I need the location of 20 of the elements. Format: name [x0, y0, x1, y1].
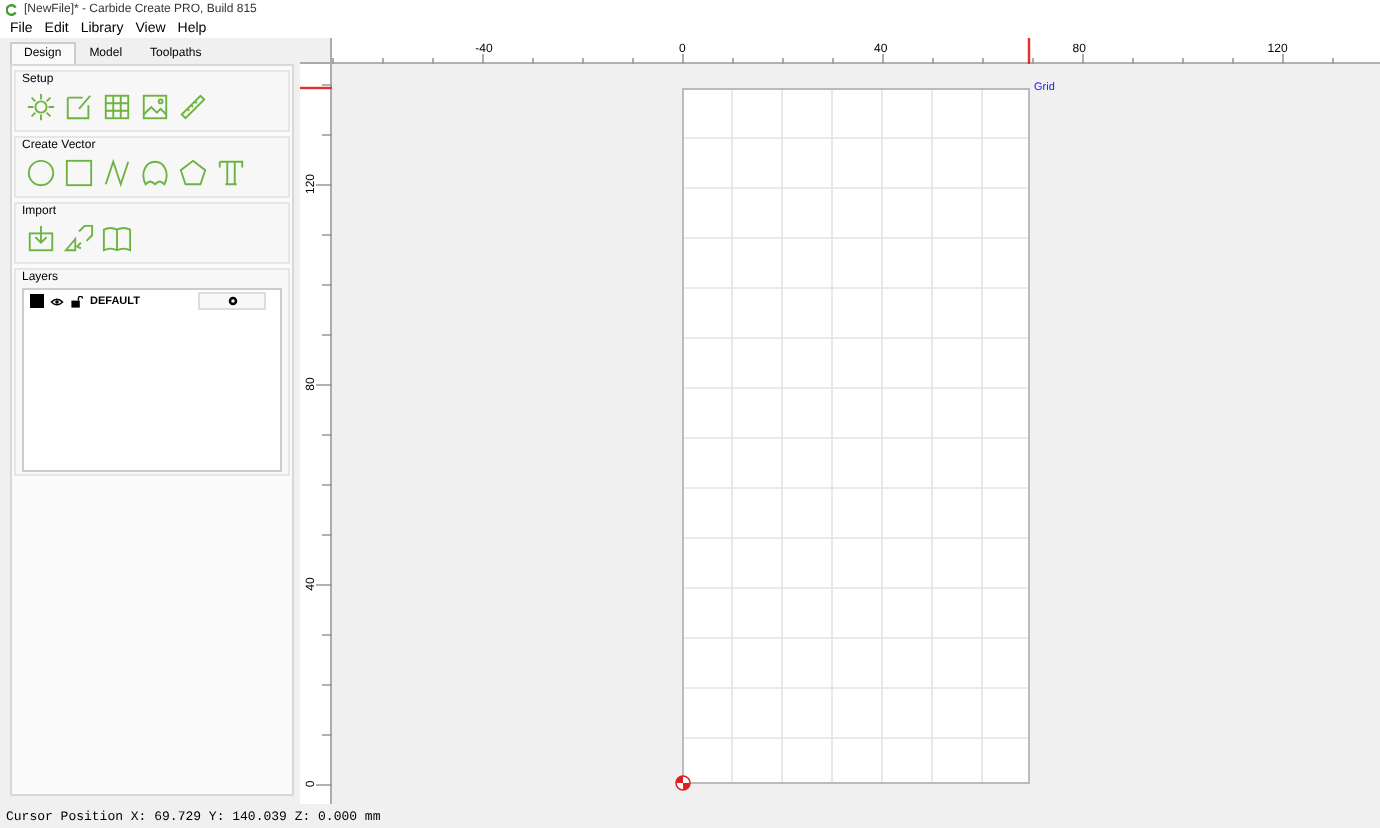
image-icon[interactable]: [140, 92, 170, 122]
eye-icon[interactable]: [50, 295, 64, 307]
layer-color-swatch[interactable]: [30, 294, 44, 308]
settings-icon: [227, 296, 237, 306]
pentagon-icon[interactable]: [178, 158, 208, 188]
origin-marker-icon: [675, 775, 691, 791]
text-icon[interactable]: [216, 158, 246, 188]
shapes-icon[interactable]: [64, 224, 94, 254]
unlocked-padlock-icon[interactable]: [70, 295, 84, 307]
curve-icon[interactable]: [140, 158, 170, 188]
ruler-icon[interactable]: [178, 92, 208, 122]
app-icon: [6, 3, 18, 15]
rectangle-icon[interactable]: [64, 158, 94, 188]
circle-icon[interactable]: [26, 158, 56, 188]
import-icon[interactable]: [26, 224, 56, 254]
grid-icon[interactable]: [102, 92, 132, 122]
edit-icon[interactable]: [64, 92, 94, 122]
book-icon[interactable]: [102, 224, 132, 254]
polyline-icon[interactable]: [102, 158, 132, 188]
layer-settings-button[interactable]: [198, 292, 266, 310]
